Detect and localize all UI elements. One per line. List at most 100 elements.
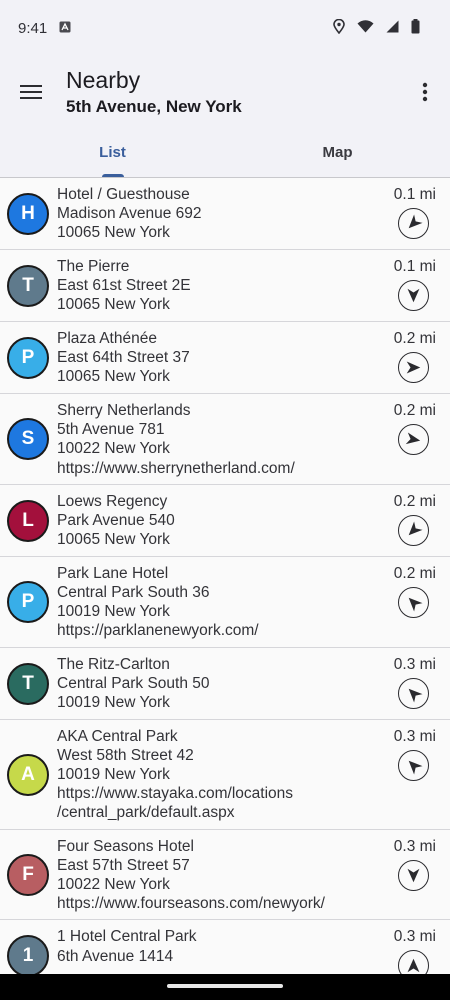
place-distance: 0.3 mi bbox=[393, 928, 436, 946]
place-detail: Central Park South 36 bbox=[57, 584, 210, 601]
place-distance: 0.1 mi bbox=[393, 186, 436, 203]
place-name: Plaza Athénée bbox=[57, 330, 157, 347]
place-row[interactable]: P Park Lane Hotel Central Park South 36 100… bbox=[0, 556, 450, 648]
navigate-button[interactable] bbox=[398, 859, 429, 891]
place-row[interactable]: L Loews Regency Park Avenue 540 10065 New Y… bbox=[0, 484, 450, 557]
place-name: 1 Hotel Central Park bbox=[57, 928, 197, 946]
overflow-menu-button[interactable] bbox=[400, 62, 450, 122]
wifi-icon bbox=[357, 19, 374, 37]
navigate-button[interactable] bbox=[398, 352, 429, 383]
navigate-button[interactable] bbox=[398, 514, 429, 546]
place-detail: 10065 New York bbox=[57, 224, 170, 242]
location-icon bbox=[333, 18, 345, 38]
home-indicator[interactable] bbox=[167, 984, 283, 988]
place-avatar: L bbox=[7, 499, 49, 542]
place-detail[interactable]: https://www.fourseasons.com/newyork/ bbox=[57, 894, 450, 913]
place-avatar: T bbox=[7, 265, 49, 307]
place-avatar: P bbox=[7, 581, 49, 624]
more-vert-icon bbox=[422, 82, 428, 102]
place-detail: 10065 New York bbox=[57, 368, 170, 386]
tab-bar: List Map bbox=[0, 128, 450, 178]
signal-icon bbox=[386, 20, 399, 37]
place-name: The Pierre bbox=[57, 258, 130, 275]
navigate-button[interactable] bbox=[398, 208, 429, 239]
navigate-button[interactable] bbox=[398, 280, 429, 311]
place-distance: 0.1 mi bbox=[393, 258, 436, 275]
direction-arrow-icon bbox=[408, 597, 423, 612]
place-name: Sherry Netherlands bbox=[57, 402, 191, 419]
place-name: Park Lane Hotel bbox=[57, 564, 169, 582]
place-name: Loews Regency bbox=[57, 492, 168, 510]
tab-map[interactable]: Map bbox=[225, 128, 450, 177]
place-avatar: A bbox=[7, 753, 49, 796]
place-detail: 10022 New York bbox=[57, 876, 170, 893]
place-detail[interactable]: https://www.sherrynetherland.com/ bbox=[57, 459, 450, 478]
battery-icon bbox=[411, 18, 420, 38]
place-row[interactable]: T The Ritz-Carlton Central Park South 50 10… bbox=[0, 647, 450, 720]
place-detail: Central Park South 50 bbox=[57, 674, 210, 692]
navigate-button[interactable] bbox=[398, 950, 429, 974]
place-detail: 10019 New York bbox=[57, 694, 170, 711]
place-row[interactable]: 1 1 Hotel Central Park 6th Avenue 1414 0.3 … bbox=[0, 920, 450, 974]
place-row[interactable]: S Sherry Netherlands 5th Avenue 781 10022 N… bbox=[0, 394, 450, 485]
system-navigation-bar bbox=[0, 974, 450, 1000]
place-distance: 0.3 mi bbox=[393, 727, 436, 745]
place-detail: East 57th Street 57 bbox=[57, 856, 190, 874]
place-distance: 0.2 mi bbox=[393, 564, 436, 582]
place-row[interactable]: H Hotel / Guesthouse Madison Avenue 692 100… bbox=[0, 178, 450, 250]
place-distance: 0.3 mi bbox=[393, 837, 436, 855]
place-row[interactable]: T The Pierre East 61st Street 2E 10065 New … bbox=[0, 250, 450, 322]
navigate-button[interactable] bbox=[398, 424, 429, 455]
place-distance: 0.2 mi bbox=[393, 492, 436, 510]
place-name: The Ritz-Carlton bbox=[57, 655, 170, 673]
place-detail: /central_park/default.aspx bbox=[57, 804, 235, 822]
place-detail[interactable]: https://parklanenewyork.com/ bbox=[57, 621, 450, 640]
place-name: Four Seasons Hotel bbox=[57, 837, 194, 855]
place-detail: 10019 New York bbox=[57, 766, 170, 783]
place-distance: 0.2 mi bbox=[393, 330, 436, 347]
place-detail: East 61st Street 2E bbox=[57, 277, 191, 295]
menu-button[interactable] bbox=[0, 61, 62, 123]
place-detail: Park Avenue 540 bbox=[57, 512, 175, 529]
direction-arrow-icon bbox=[408, 521, 423, 536]
place-detail: 10065 New York bbox=[57, 296, 170, 314]
notification-icon bbox=[59, 20, 71, 37]
direction-arrow-icon bbox=[408, 688, 423, 703]
place-row[interactable]: A AKA Central Park West 58th Street 42 1001… bbox=[0, 719, 450, 830]
tab-list[interactable]: List bbox=[0, 128, 225, 177]
direction-arrow-icon bbox=[405, 432, 421, 445]
place-detail: 10065 New York bbox=[57, 531, 170, 549]
direction-arrow-icon bbox=[408, 214, 423, 229]
direction-arrow-icon bbox=[407, 959, 420, 973]
hamburger-menu-icon bbox=[20, 85, 42, 99]
place-avatar: P bbox=[7, 337, 49, 379]
place-name: Hotel / Guesthouse bbox=[57, 186, 190, 203]
place-avatar: 1 bbox=[7, 935, 49, 974]
navigate-button[interactable] bbox=[398, 586, 429, 618]
place-avatar: H bbox=[7, 193, 49, 235]
direction-arrow-icon bbox=[408, 760, 423, 775]
page-title: Nearby bbox=[66, 66, 141, 93]
places-list: H Hotel / Guesthouse Madison Avenue 692 100… bbox=[0, 178, 450, 974]
navigate-button[interactable] bbox=[398, 749, 429, 781]
place-name: AKA Central Park bbox=[57, 727, 178, 745]
place-detail: East 64th Street 37 bbox=[57, 349, 190, 367]
direction-arrow-icon bbox=[406, 361, 421, 374]
place-row[interactable]: F Four Seasons Hotel East 57th Street 57 10… bbox=[0, 829, 450, 921]
place-distance: 0.2 mi bbox=[393, 402, 436, 419]
place-detail: 5th Avenue 781 bbox=[57, 421, 165, 439]
page-subtitle: 5th Avenue, New York bbox=[66, 96, 242, 116]
direction-arrow-icon bbox=[407, 288, 420, 303]
status-time: 9:41 bbox=[18, 19, 48, 37]
place-avatar: F bbox=[7, 853, 49, 896]
place-detail[interactable]: https://www.stayaka.com/locations bbox=[57, 784, 450, 803]
navigate-button[interactable] bbox=[398, 677, 429, 709]
app-bar: Nearby 5th Avenue, New York bbox=[0, 56, 450, 128]
place-detail: West 58th Street 42 bbox=[57, 746, 194, 764]
place-avatar: T bbox=[7, 662, 49, 705]
direction-arrow-icon bbox=[407, 868, 420, 882]
place-row[interactable]: P Plaza Athénée East 64th Street 37 10065 N… bbox=[0, 322, 450, 394]
place-detail: Madison Avenue 692 bbox=[57, 205, 202, 223]
place-avatar: S bbox=[7, 418, 49, 461]
place-distance: 0.3 mi bbox=[393, 655, 436, 673]
